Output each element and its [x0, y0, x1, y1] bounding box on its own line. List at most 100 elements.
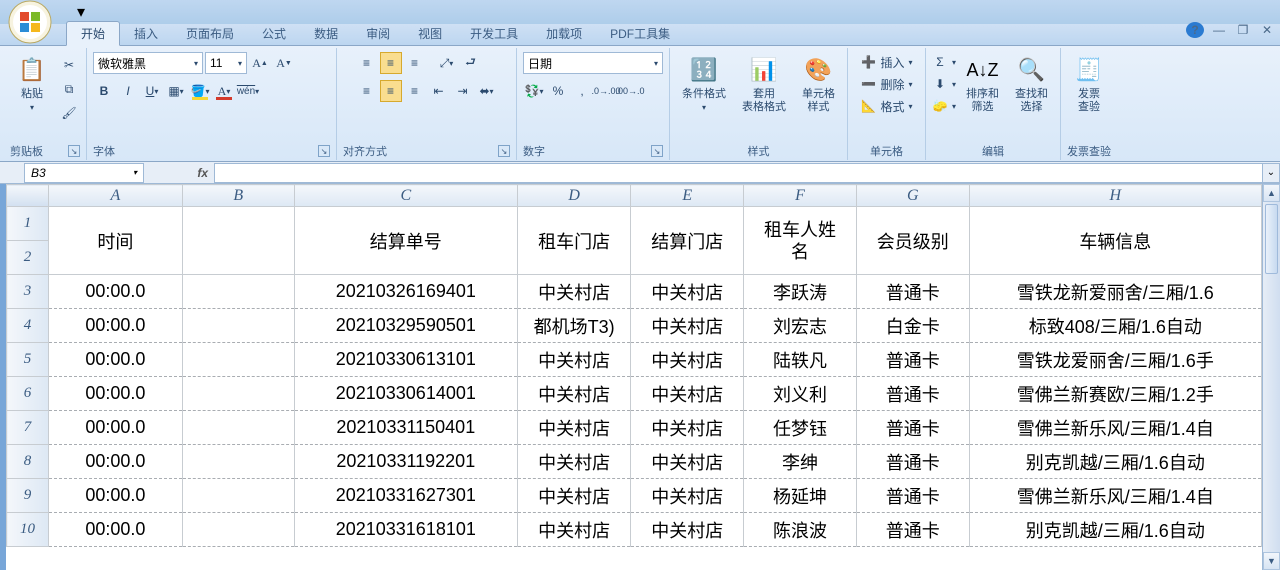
- number-format-select[interactable]: 日期▾: [523, 52, 663, 74]
- accounting-format-button[interactable]: 💱▾: [523, 80, 545, 102]
- cell[interactable]: 雪佛兰新赛欧/三厢/1.2手: [969, 377, 1261, 411]
- border-button[interactable]: ▦▾: [165, 80, 187, 102]
- cell[interactable]: 普通卡: [856, 377, 969, 411]
- row-header[interactable]: 4: [7, 309, 49, 343]
- find-select-button[interactable]: 🔍查找和 选择: [1009, 50, 1054, 118]
- cell[interactable]: 中关村店: [517, 377, 630, 411]
- tab-page-layout[interactable]: 页面布局: [172, 22, 248, 45]
- cell[interactable]: [182, 479, 294, 513]
- cell[interactable]: 陈浪波: [744, 513, 857, 547]
- cell[interactable]: 20210331627301: [294, 479, 517, 513]
- col-header-H[interactable]: H: [969, 185, 1261, 207]
- cell[interactable]: 20210331192201: [294, 445, 517, 479]
- decrease-indent-button[interactable]: ⇤: [428, 80, 450, 102]
- italic-button[interactable]: I: [117, 80, 139, 102]
- cell[interactable]: 结算门店: [631, 207, 744, 275]
- col-header-G[interactable]: G: [856, 185, 969, 207]
- cell[interactable]: 结算单号: [294, 207, 517, 275]
- align-launcher[interactable]: ↘: [498, 145, 510, 157]
- row-header[interactable]: 6: [7, 377, 49, 411]
- format-cells-button[interactable]: 📐格式▾: [860, 96, 912, 116]
- delete-cells-button[interactable]: ➖删除▾: [860, 74, 912, 94]
- decrease-decimal-button[interactable]: .00→.0: [619, 80, 641, 102]
- cell[interactable]: 00:00.0: [48, 411, 182, 445]
- align-bottom-button[interactable]: ≡: [404, 52, 426, 74]
- cell[interactable]: 中关村店: [517, 479, 630, 513]
- cell[interactable]: [182, 207, 294, 275]
- fill-button[interactable]: ⬇▾: [932, 74, 956, 94]
- tab-home[interactable]: 开始: [66, 21, 120, 46]
- cell[interactable]: 雪铁龙新爱丽舍/三厢/1.6: [969, 275, 1261, 309]
- cell[interactable]: 20210329590501: [294, 309, 517, 343]
- formula-input[interactable]: [214, 163, 1262, 183]
- cell[interactable]: 00:00.0: [48, 309, 182, 343]
- clear-button[interactable]: 🧽▾: [932, 96, 956, 116]
- cell[interactable]: 中关村店: [631, 377, 744, 411]
- font-launcher[interactable]: ↘: [318, 145, 330, 157]
- format-painter-button[interactable]: 🖌: [58, 102, 80, 124]
- cell[interactable]: 中关村店: [517, 445, 630, 479]
- cell[interactable]: 雪佛兰新乐风/三厢/1.4自: [969, 479, 1261, 513]
- cell[interactable]: 00:00.0: [48, 479, 182, 513]
- row-header[interactable]: 2: [7, 241, 49, 275]
- increase-decimal-button[interactable]: .0→.00: [595, 80, 617, 102]
- sort-filter-button[interactable]: A↓Z排序和 筛选: [960, 50, 1005, 118]
- insert-cells-button[interactable]: ➕插入▾: [860, 52, 912, 72]
- cell[interactable]: 李跃涛: [744, 275, 857, 309]
- increase-font-icon[interactable]: A▲: [249, 52, 271, 74]
- col-header-F[interactable]: F: [744, 185, 857, 207]
- cell[interactable]: 中关村店: [631, 513, 744, 547]
- expand-formula-bar[interactable]: ⌄: [1262, 163, 1280, 183]
- autosum-button[interactable]: Σ▾: [932, 52, 956, 72]
- row-header[interactable]: 9: [7, 479, 49, 513]
- row-header[interactable]: 3: [7, 275, 49, 309]
- cell[interactable]: 刘义利: [744, 377, 857, 411]
- cell[interactable]: [182, 411, 294, 445]
- cell[interactable]: 陆轶凡: [744, 343, 857, 377]
- align-middle-button[interactable]: ≡: [380, 52, 402, 74]
- cell[interactable]: 租车门店: [517, 207, 630, 275]
- cell[interactable]: [182, 445, 294, 479]
- col-header-A[interactable]: A: [48, 185, 182, 207]
- cell[interactable]: 白金卡: [856, 309, 969, 343]
- cell[interactable]: 20210331150401: [294, 411, 517, 445]
- scroll-down-icon[interactable]: ▼: [1263, 552, 1280, 570]
- vertical-scrollbar[interactable]: ▲ ▼: [1262, 184, 1280, 570]
- align-right-button[interactable]: ≡: [404, 80, 426, 102]
- qat-dropdown-icon[interactable]: ▾: [70, 1, 92, 23]
- cell[interactable]: 20210326169401: [294, 275, 517, 309]
- cell[interactable]: 普通卡: [856, 479, 969, 513]
- cell[interactable]: 别克凯越/三厢/1.6自动: [969, 445, 1261, 479]
- cell[interactable]: 00:00.0: [48, 513, 182, 547]
- col-header-B[interactable]: B: [182, 185, 294, 207]
- cell[interactable]: 别克凯越/三厢/1.6自动: [969, 513, 1261, 547]
- cut-button[interactable]: ✂: [58, 54, 80, 76]
- cell[interactable]: 00:00.0: [48, 343, 182, 377]
- row-header[interactable]: 8: [7, 445, 49, 479]
- cell-styles-button[interactable]: 🎨单元格 样式: [796, 50, 841, 118]
- fill-color-button[interactable]: 🪣▾: [189, 80, 211, 102]
- tab-insert[interactable]: 插入: [120, 22, 172, 45]
- row-header[interactable]: 1: [7, 207, 49, 241]
- cell[interactable]: 普通卡: [856, 411, 969, 445]
- align-center-button[interactable]: ≡: [380, 80, 402, 102]
- font-name-select[interactable]: 微软雅黑▾: [93, 52, 203, 74]
- help-icon[interactable]: ?: [1186, 22, 1204, 38]
- restore-button[interactable]: ❐: [1234, 23, 1252, 37]
- name-box[interactable]: B3▾: [24, 163, 144, 183]
- cell[interactable]: 任梦钰: [744, 411, 857, 445]
- phonetic-button[interactable]: wén▾: [237, 80, 259, 102]
- cell[interactable]: [182, 275, 294, 309]
- cell[interactable]: 车辆信息: [969, 207, 1261, 275]
- cell[interactable]: 中关村店: [517, 513, 630, 547]
- tab-data[interactable]: 数据: [300, 22, 352, 45]
- table-format-button[interactable]: 📊套用 表格格式: [736, 50, 792, 118]
- font-color-button[interactable]: A▾: [213, 80, 235, 102]
- cell[interactable]: 普通卡: [856, 275, 969, 309]
- percent-button[interactable]: %: [547, 80, 569, 102]
- scroll-thumb[interactable]: [1265, 204, 1278, 274]
- align-top-button[interactable]: ≡: [356, 52, 378, 74]
- orientation-button[interactable]: ⤢▾: [436, 52, 458, 74]
- cell[interactable]: 中关村店: [517, 411, 630, 445]
- cell[interactable]: 普通卡: [856, 513, 969, 547]
